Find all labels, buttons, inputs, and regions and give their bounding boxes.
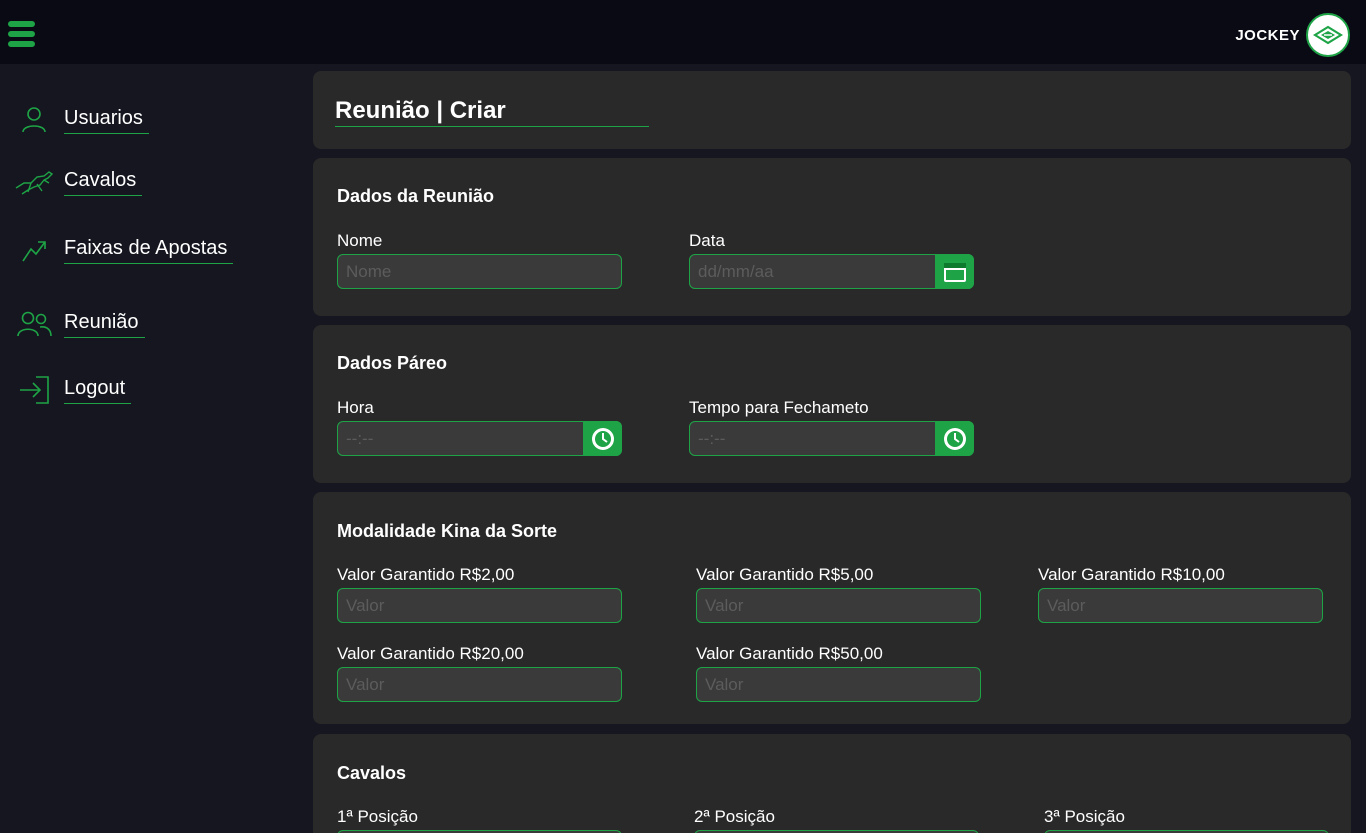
valor-50-label: Valor Garantido R$50,00 [696,644,883,663]
section-title: Dados Páreo [337,353,448,373]
sidebar-item-reuniao[interactable]: Reunião [12,306,145,342]
calendar-icon[interactable] [935,254,974,289]
clock-icon[interactable] [583,421,622,456]
hora-input[interactable] [337,421,622,456]
section-title: Cavalos [337,763,407,783]
valor-2-input[interactable] [337,588,622,623]
valor-20-label: Valor Garantido R$20,00 [337,644,524,663]
tempo-fechamento-input[interactable] [689,421,974,456]
user-icon [12,102,56,138]
posicao-1-label: 1ª Posição [337,807,418,826]
sidebar-item-usuarios[interactable]: Usuarios [12,102,149,138]
dados-pareo-card: Dados Páreo Hora Tempo para Fechameto [313,325,1351,483]
data-label: Data [689,231,725,250]
group-users-icon [12,306,56,342]
page-title: Reunião | Criar [335,97,649,127]
sidebar-item-label: Cavalos [64,169,143,196]
sidebar-item-label: Usuarios [64,107,149,134]
nome-input[interactable] [337,254,622,289]
sidebar-item-label: Faixas de Apostas [64,237,234,264]
horse-icon [12,164,56,200]
valor-10-label: Valor Garantido R$10,00 [1038,565,1225,584]
valor-5-label: Valor Garantido R$5,00 [696,565,874,584]
modalidade-card: Modalidade Kina da Sorte Valor Garantido… [313,492,1351,724]
section-title: Dados da Reunião [337,186,495,206]
hamburger-menu-icon[interactable] [8,21,36,49]
sidebar-item-faixas-de-apostas[interactable]: Faixas de Apostas [12,232,234,268]
hora-label: Hora [337,398,374,417]
sidebar-item-logout[interactable]: Logout [12,372,132,408]
trend-chart-icon [12,232,56,268]
data-input[interactable] [689,254,974,289]
title-card: Reunião | Criar [313,71,1351,149]
posicao-3-label: 3ª Posição [1044,807,1125,826]
valor-20-input[interactable] [337,667,622,702]
sidebar-item-label: Reunião [64,311,145,338]
top-bar: JOCKEY [0,0,1366,64]
tempo-fechamento-label: Tempo para Fechameto [689,398,869,417]
sidebar: Usuarios Cavalos Faixas de Apostas Reuni… [0,64,300,833]
logout-icon [12,372,56,408]
dados-reuniao-card: Dados da Reunião Nome Data [313,158,1351,316]
valor-10-input[interactable] [1038,588,1323,623]
brand-name: JOCKEY [1235,26,1300,44]
cavalos-card: Cavalos 1ª Posição 2ª Posição 3ª Posição [313,734,1351,833]
valor-50-input[interactable] [696,667,981,702]
jockey-logo-icon[interactable] [1306,13,1350,57]
clock-icon[interactable] [935,421,974,456]
valor-5-input[interactable] [696,588,981,623]
sidebar-item-cavalos[interactable]: Cavalos [12,164,143,200]
sidebar-item-label: Logout [64,377,132,404]
posicao-2-label: 2ª Posição [694,807,775,826]
section-title: Modalidade Kina da Sorte [337,521,558,541]
nome-label: Nome [337,231,383,250]
valor-2-label: Valor Garantido R$2,00 [337,565,515,584]
brand: JOCKEY [1235,13,1350,57]
